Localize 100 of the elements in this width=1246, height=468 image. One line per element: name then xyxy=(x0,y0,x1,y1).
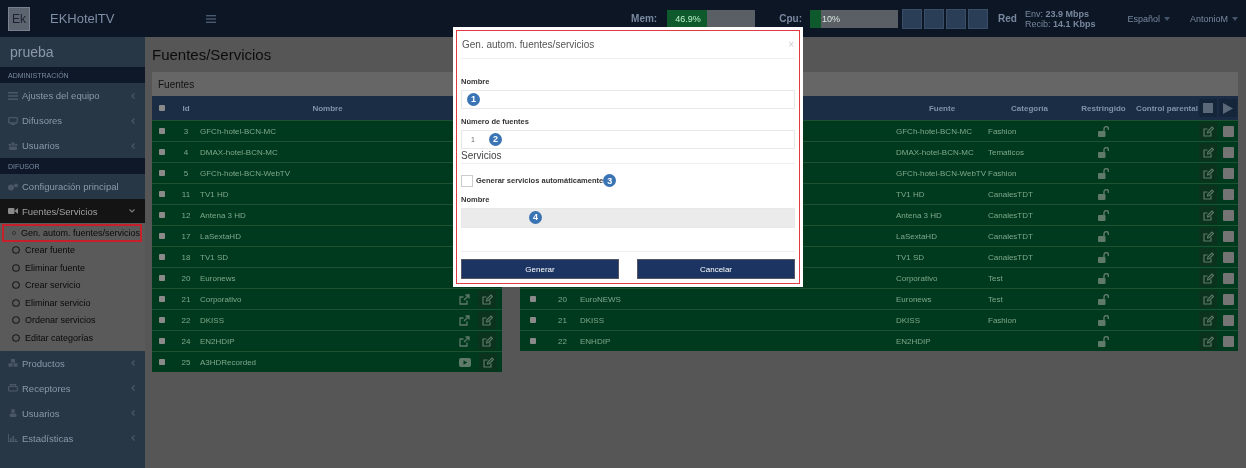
sidebar-item[interactable]: Usuarios xyxy=(0,400,145,426)
stop-button[interactable] xyxy=(1222,146,1234,158)
dialog-button[interactable]: Cancelar xyxy=(637,259,795,279)
play-icon xyxy=(1223,102,1233,114)
stop-button[interactable] xyxy=(1222,188,1234,200)
table-cell: DKISS xyxy=(896,315,920,325)
brand-name: EKHotelTV xyxy=(50,11,115,26)
edit-icon xyxy=(1202,188,1214,200)
memory-label: Mem: xyxy=(631,13,658,24)
edit-button[interactable] xyxy=(1199,206,1217,224)
sidebar-icon xyxy=(8,182,18,191)
menu-icon[interactable] xyxy=(206,14,217,23)
play-icon[interactable] xyxy=(459,357,471,367)
stop-button[interactable] xyxy=(1222,293,1234,305)
submenu-item[interactable]: Gen. autom. fuentes/servicios xyxy=(2,224,142,242)
logo: Ek xyxy=(8,6,30,31)
checkbox[interactable] xyxy=(159,212,165,218)
checkbox[interactable] xyxy=(159,317,165,323)
edit-button[interactable] xyxy=(479,353,497,371)
stop-icon xyxy=(1203,103,1213,113)
language-dropdown[interactable]: Español xyxy=(1127,13,1160,24)
sidebar-item[interactable]: Difusores xyxy=(0,108,145,133)
table-cell: TV1 SD xyxy=(896,252,924,262)
sidebar-item[interactable]: Receptores xyxy=(0,375,145,401)
table-cell: CanalesTDT xyxy=(988,252,1033,262)
page-title: Fuentes/Servicios xyxy=(152,46,272,63)
table-cell: 12 xyxy=(181,210,191,220)
sidebar-item[interactable]: Fuentes/Servicios xyxy=(0,199,145,223)
checkbox[interactable] xyxy=(159,338,165,344)
external-link-icon[interactable] xyxy=(459,335,470,347)
sidebar-item[interactable]: Estadísticas xyxy=(0,425,145,451)
stop-button[interactable] xyxy=(1222,314,1234,326)
sidebar-icon xyxy=(8,116,18,125)
edit-button[interactable] xyxy=(1199,248,1217,266)
edit-button[interactable] xyxy=(1199,290,1217,308)
submenu-item[interactable]: Eliminar fuente xyxy=(0,259,145,277)
input-field[interactable] xyxy=(461,90,795,109)
sidebar-item[interactable]: Usuarios xyxy=(0,133,145,158)
table-cell: 5 xyxy=(183,168,189,178)
edit-button[interactable] xyxy=(1199,164,1217,182)
edit-button[interactable] xyxy=(1199,185,1217,203)
checkbox[interactable] xyxy=(159,233,165,239)
checkbox[interactable] xyxy=(159,254,165,260)
sidebar-item[interactable]: Ajustes del equipo xyxy=(0,83,145,108)
checkbox[interactable] xyxy=(159,105,165,111)
stop-button[interactable] xyxy=(1222,335,1234,347)
network-label: Red xyxy=(998,13,1017,24)
stop-button[interactable] xyxy=(1199,99,1217,117)
sidebar-icon xyxy=(8,207,18,215)
submenu-item[interactable]: Eliminar servicio xyxy=(0,294,145,312)
edit-button[interactable] xyxy=(1199,311,1217,329)
checkbox[interactable] xyxy=(159,170,165,176)
chevron-left-icon xyxy=(131,117,135,124)
submenu-item[interactable]: Editar categorías xyxy=(0,329,145,347)
stop-button[interactable] xyxy=(1222,251,1234,263)
edit-icon xyxy=(481,293,493,305)
edit-button[interactable] xyxy=(1199,269,1217,287)
stop-button[interactable] xyxy=(1222,167,1234,179)
edit-button[interactable] xyxy=(1199,227,1217,245)
sidebar-icon xyxy=(8,141,18,150)
play-button[interactable] xyxy=(1219,99,1237,117)
edit-button[interactable] xyxy=(1199,332,1217,350)
edit-button[interactable] xyxy=(478,311,496,329)
edit-button[interactable] xyxy=(478,332,496,350)
edit-button[interactable] xyxy=(1199,122,1217,140)
circle-icon xyxy=(12,246,20,255)
stop-button[interactable] xyxy=(1222,125,1234,137)
sidebar-item[interactable]: Configuración principal xyxy=(0,174,145,199)
external-link-icon[interactable] xyxy=(459,293,470,305)
checkbox[interactable] xyxy=(159,149,165,155)
sidebar-item[interactable]: Productos xyxy=(0,350,145,376)
table-cell: EuroNEWS xyxy=(580,294,621,304)
checkbox[interactable] xyxy=(529,317,536,323)
table-cell: TV1 HD xyxy=(200,189,229,199)
checkbox[interactable] xyxy=(159,359,165,365)
stop-button[interactable] xyxy=(1222,230,1234,242)
stop-button[interactable] xyxy=(1222,209,1234,221)
edit-icon xyxy=(1202,251,1214,263)
checkbox[interactable] xyxy=(159,128,165,134)
external-link-icon[interactable] xyxy=(459,314,470,326)
user-dropdown[interactable]: AntonioM xyxy=(1189,13,1228,24)
submenu-item[interactable]: Ordenar servicios xyxy=(0,311,145,329)
stop-button[interactable] xyxy=(1222,272,1234,284)
checkbox[interactable] xyxy=(461,174,473,187)
checkbox[interactable] xyxy=(529,338,536,344)
table-cell: TV1 HD xyxy=(896,189,925,199)
edit-icon xyxy=(1202,230,1214,242)
checkbox[interactable] xyxy=(159,275,165,281)
table-cell: Fashion xyxy=(988,168,1017,178)
checkbox[interactable] xyxy=(159,296,165,302)
dialog-button[interactable]: Generar xyxy=(461,259,619,279)
checkbox[interactable] xyxy=(159,191,165,197)
submenu-item[interactable]: Crear fuente xyxy=(0,241,145,259)
table-cell: CanalesTDT xyxy=(988,189,1033,199)
submenu-item[interactable]: Crear servicio xyxy=(0,276,145,294)
edit-button[interactable] xyxy=(478,290,496,308)
edit-button[interactable] xyxy=(1199,143,1217,161)
edit-icon xyxy=(1202,146,1214,158)
sent-rate: Env: 23.9 Mbps xyxy=(1024,8,1089,19)
checkbox[interactable] xyxy=(529,296,536,302)
